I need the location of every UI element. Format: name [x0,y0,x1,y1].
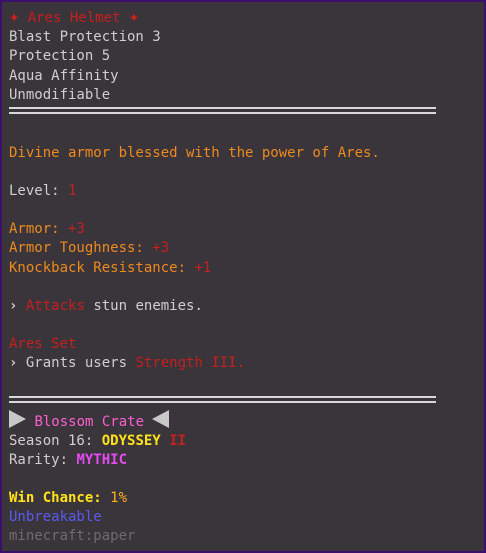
level-value: 1 [68,183,77,199]
item-id: minecraft:paper [9,528,136,544]
item-description: Divine armor blessed with the power of A… [9,145,380,161]
divider [9,396,436,403]
rarity-line: Rarity: MYTHIC [9,450,127,470]
toughness-stat: Armor Toughness: +3 [9,238,169,258]
unbreakable-tag: Unbreakable [9,509,102,525]
ability-line: › Attacks stun enemies. [9,296,203,316]
enchantment-line: Protection 5 [9,48,111,64]
season-name: ODYSSEY [101,433,161,449]
divider [9,107,436,114]
win-chance-value: 1% [110,490,128,506]
set-name: Ares Set [9,336,77,352]
enchantment-line: Blast Protection 3 [9,29,161,45]
level-line: Level: 1 [9,181,76,201]
item-title: ✦ Ares Helmet ✦ [9,7,139,27]
item-tooltip: ✦ Ares Helmet ✦ Blast Protection 3 Prote… [0,0,486,553]
crate-name: Blossom Crate [34,414,145,430]
star-icon: ✦ [128,7,140,27]
rarity-label: Rarity: [9,452,69,468]
armor-value: +3 [68,221,85,237]
toughness-value: +3 [152,240,170,256]
enchantment-line: Unmodifiable [9,87,111,103]
set-bonus-line: › Grants users Strength III. [9,353,245,373]
season-numeral: II [169,433,187,449]
set-bonus-text: Grants users [25,355,128,371]
knockback-label: Knockback Resistance: [9,260,187,276]
enchantment-line: Aqua Affinity [9,68,119,84]
season-label: Season 16: [9,433,94,449]
season-line: Season 16: ODYSSEY II [9,431,186,451]
armor-stat: Armor: +3 [9,219,85,239]
arrow-icon: › [9,355,18,371]
armor-label: Armor: [9,221,60,237]
level-label: Level: [9,183,60,199]
ability-text: stun enemies. [93,298,203,314]
crate-line: Blossom Crate [9,410,170,430]
arrow-icon: › [9,298,18,314]
rarity-value: MYTHIC [76,452,128,468]
ability-keyword: Attacks [25,298,85,314]
win-chance-label: Win Chance: [9,490,102,506]
star-icon: ✦ [9,7,20,27]
toughness-label: Armor Toughness: [9,240,144,256]
set-bonus-effect: Strength III. [135,355,246,371]
item-name: Ares Helmet [27,10,121,26]
knockback-value: +1 [194,260,212,276]
knockback-stat: Knockback Resistance: +1 [9,258,211,278]
triangle-left-icon [152,410,170,428]
triangle-right-icon [9,410,26,428]
win-chance-line: Win Chance: 1% [9,488,127,508]
